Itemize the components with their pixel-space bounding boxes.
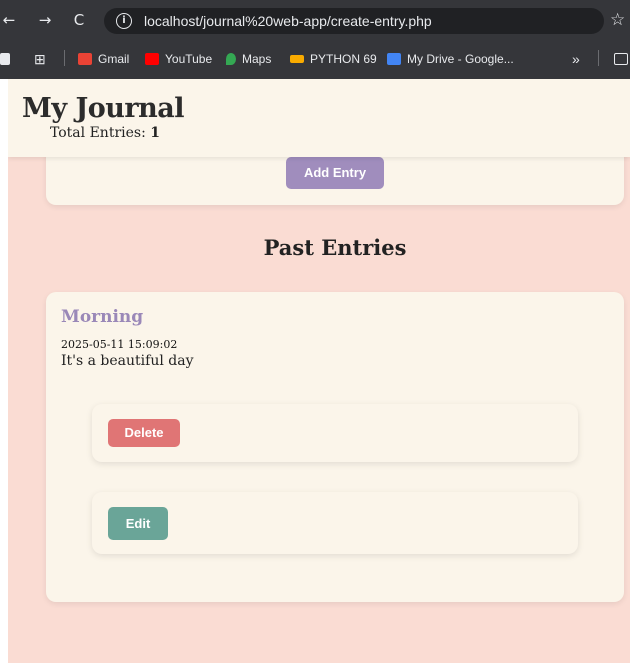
entry-card: Morning 2025-05-11 15:09:02 It's a beaut… [46, 292, 624, 602]
delete-button[interactable]: Delete [108, 419, 180, 447]
add-entry-button[interactable]: Add Entry [286, 157, 384, 189]
entry-timestamp: 2025-05-11 15:09:02 [61, 338, 178, 351]
back-icon[interactable]: ← [0, 11, 18, 29]
bookmark-label: Maps [242, 52, 272, 66]
past-entries-heading: Past Entries [263, 235, 407, 260]
delete-form: Delete [92, 404, 578, 462]
edit-button[interactable]: Edit [108, 507, 168, 540]
journal-page: My Journal Total Entries: 1 Add Entry Pa… [8, 79, 630, 663]
bookmark-separator [64, 50, 65, 66]
apps-grid-icon[interactable]: ⊞ [34, 42, 46, 76]
sidebar-toggle-icon[interactable] [0, 42, 16, 76]
more-bookmarks-icon[interactable]: » [572, 42, 580, 76]
browser-toolbar: ← → C i localhost/journal%20web-app/crea… [0, 0, 630, 40]
address-bar[interactable]: i localhost/journal%20web-app/create-ent… [104, 8, 604, 34]
bookmark-youtube[interactable]: YouTube [145, 42, 212, 76]
bookmark-drive[interactable]: My Drive - Google... [387, 42, 514, 76]
site-info-icon[interactable]: i [116, 13, 132, 29]
total-entries: Total Entries: 1 [50, 125, 160, 141]
bookmark-separator [598, 50, 599, 66]
infinity-icon [290, 55, 304, 63]
page-title: My Journal [22, 93, 185, 124]
gmail-icon [78, 53, 92, 65]
browser-chrome: ← → C i localhost/journal%20web-app/crea… [0, 0, 630, 79]
bookmark-label: YouTube [165, 52, 213, 66]
bookmark-gmail[interactable]: Gmail [78, 42, 129, 76]
page-header: My Journal Total Entries: 1 [8, 79, 630, 157]
entry-title: Morning [61, 307, 144, 327]
bookmarks-bar: ⊞ Gmail YouTube Maps PYTHON 69 My Drive … [0, 42, 630, 76]
drive-icon [387, 53, 401, 65]
total-entries-label: Total Entries: [50, 125, 146, 141]
entry-body: It's a beautiful day [61, 353, 194, 369]
youtube-icon [145, 53, 159, 65]
edit-form: Edit [92, 492, 578, 554]
folder-icon[interactable] [614, 42, 630, 76]
bookmark-python[interactable]: PYTHON 69 [290, 42, 377, 76]
bookmark-maps[interactable]: Maps [226, 42, 271, 76]
forward-icon[interactable]: → [36, 11, 54, 29]
bookmark-label: Gmail [98, 52, 130, 66]
url-text[interactable]: localhost/journal%20web-app/create-entry… [144, 13, 432, 29]
bookmark-label: My Drive - Google... [407, 52, 514, 66]
bookmark-star-icon[interactable]: ☆ [610, 10, 625, 30]
total-entries-count: 1 [150, 125, 161, 141]
maps-pin-icon [226, 53, 236, 65]
bookmark-label: PYTHON 69 [310, 52, 377, 66]
reload-icon[interactable]: C [70, 11, 88, 29]
